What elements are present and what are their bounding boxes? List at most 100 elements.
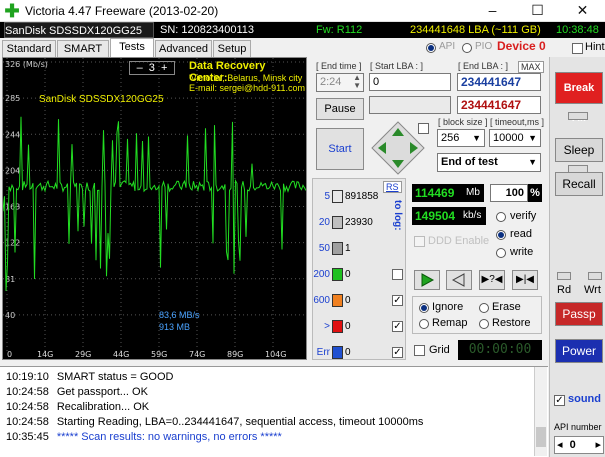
verify-label: verify (510, 210, 537, 222)
api-decrease-icon[interactable]: ◂ (555, 439, 563, 451)
pio-radio[interactable] (462, 43, 472, 56)
block-color-swatch (332, 268, 343, 281)
graph-model-label: SanDisk SDSSDX120GG25 (39, 94, 164, 105)
end-lba-field[interactable]: 234441647 (457, 73, 541, 91)
wrt-indicator (588, 272, 602, 280)
rd-label: Rd (557, 284, 572, 296)
timeout-select[interactable]: 10000 ▼ (489, 129, 541, 147)
tab-advanced[interactable]: Advanced (155, 40, 212, 57)
to-log-label: to log: (392, 200, 403, 231)
maximize-button[interactable]: ☐ (515, 0, 560, 22)
tab-setup[interactable]: Setup (213, 40, 251, 57)
recovery-center-email: E-mail: sergei@hdd-911.com (189, 83, 306, 93)
restore-label: Restore (492, 317, 531, 329)
log-line: 10:35:45 ***** Scan results: no warnings,… (6, 431, 282, 443)
grid-checkbox[interactable] (414, 345, 425, 356)
remap-radio[interactable] (419, 319, 429, 332)
log-time: 10:24:58 (6, 416, 49, 428)
minimize-button[interactable]: – (470, 0, 515, 22)
sleep-button[interactable]: Sleep (555, 138, 603, 162)
log-panel: 10:19:10 SMART status = GOOD 10:24:58 Get p… (0, 366, 548, 457)
window-title: Victoria 4.47 Freeware (2013-02-20) (25, 4, 219, 18)
block-row-count: 0 (345, 321, 351, 332)
graph-unit-label: 326 (Mb/s) (5, 60, 48, 69)
direction-checkbox[interactable] (418, 123, 429, 134)
end-lba-current: 234441647 (457, 96, 541, 114)
graph-size-label: 913 MB (159, 322, 191, 332)
block-row-label: 200 (313, 269, 330, 280)
device-label: Device 0 (497, 39, 546, 53)
ignore-radio[interactable] (419, 303, 429, 316)
recall-button[interactable]: Recall (555, 172, 603, 196)
passp-button[interactable]: Passp (555, 302, 603, 326)
end-button[interactable]: ▶|◀ (512, 270, 538, 290)
log-line: 10:24:58 Recalibration... OK (6, 401, 149, 413)
start-button[interactable]: Start (316, 128, 364, 170)
counter-minus[interactable]: – (137, 62, 143, 74)
start-lba-field[interactable]: 0 (369, 73, 451, 91)
end-of-test-value: End of test (441, 156, 498, 168)
tab-tests[interactable]: Tests (110, 38, 154, 57)
api-number-label: API number (554, 422, 602, 432)
to-log-checkbox[interactable]: ✓ (392, 295, 403, 306)
play-button[interactable] (414, 270, 440, 290)
play-icon (421, 273, 435, 287)
verify-radio[interactable] (496, 212, 506, 225)
kbs-unit: kb/s (463, 210, 482, 221)
title-bar: ✚ Victoria 4.47 Freeware (2013-02-20) – … (0, 0, 605, 22)
chevron-down-icon: ▼ (472, 133, 481, 143)
back-button[interactable] (446, 270, 472, 290)
block-row-count: 0 (345, 269, 351, 280)
rs-button[interactable]: RS (383, 181, 402, 193)
break-all-button[interactable]: Break All (555, 72, 603, 124)
sleep-indicator (568, 112, 588, 120)
wrt-label: Wrt (584, 284, 601, 296)
log-line: 10:24:58 Starting Reading, LBA=0..2344416… (6, 416, 423, 428)
hints-checkbox[interactable] (572, 43, 583, 54)
block-color-swatch (332, 216, 343, 229)
erase-radio[interactable] (479, 303, 489, 316)
end-time-spinner-icon[interactable]: ▲ ▼ (353, 74, 361, 90)
log-time: 10:19:10 (6, 371, 49, 383)
api-radio[interactable] (426, 43, 436, 56)
x-tick-label: 44G (113, 350, 129, 359)
end-of-test-select[interactable]: End of test ▼ (437, 153, 541, 172)
api-number-field[interactable]: ◂ 0 ▸ (554, 436, 604, 454)
close-button[interactable]: ✕ (560, 0, 605, 22)
block-size-select[interactable]: 256 ▼ (437, 129, 485, 147)
skip-icon: ▶?◀ (481, 274, 503, 285)
to-log-checkbox[interactable]: ✓ (392, 321, 403, 332)
log-scrollbar[interactable] (534, 367, 547, 456)
tab-smart[interactable]: SMART (57, 40, 109, 57)
pause-button[interactable]: Pause (316, 98, 364, 120)
chevron-down-icon: ▼ (528, 157, 537, 167)
read-radio[interactable] (496, 230, 506, 243)
counter-value: 3 (148, 62, 155, 74)
to-log-checkbox[interactable] (392, 269, 403, 280)
rd-indicator (557, 272, 571, 280)
hints-label: Hints (585, 41, 605, 53)
power-button[interactable]: Power (555, 339, 603, 363)
end-time-field[interactable]: 2:24 ▲ ▼ (316, 73, 364, 92)
write-radio[interactable] (496, 248, 506, 261)
restore-radio[interactable] (479, 319, 489, 332)
api-label: API (439, 41, 456, 52)
to-log-checkbox[interactable]: ✓ (392, 347, 403, 358)
counter-plus[interactable]: + (161, 62, 167, 74)
graph-counter[interactable]: – 3 + (129, 61, 175, 75)
block-row-label: 50 (318, 243, 330, 254)
ddd-enable-checkbox[interactable] (414, 236, 425, 247)
tab-standard[interactable]: Standard (2, 40, 56, 57)
api-increase-icon[interactable]: ▸ (595, 437, 601, 453)
percent-value: 100 (490, 184, 528, 202)
log-message: Recalibration... OK (56, 401, 150, 413)
block-row-label: > (324, 321, 330, 332)
max-button[interactable]: MAX (518, 61, 544, 73)
sound-checkbox[interactable]: ✓ (554, 395, 565, 406)
block-color-swatch (332, 190, 343, 203)
block-size-value: 256 (441, 132, 460, 144)
ddd-enable-label: DDD Enable (428, 235, 490, 247)
drive-model: SanDisk SDSSDX120GG25 (4, 22, 154, 38)
skip-back-button[interactable]: ▶?◀ (479, 270, 505, 290)
log-scrollbar-thumb[interactable] (536, 427, 546, 447)
